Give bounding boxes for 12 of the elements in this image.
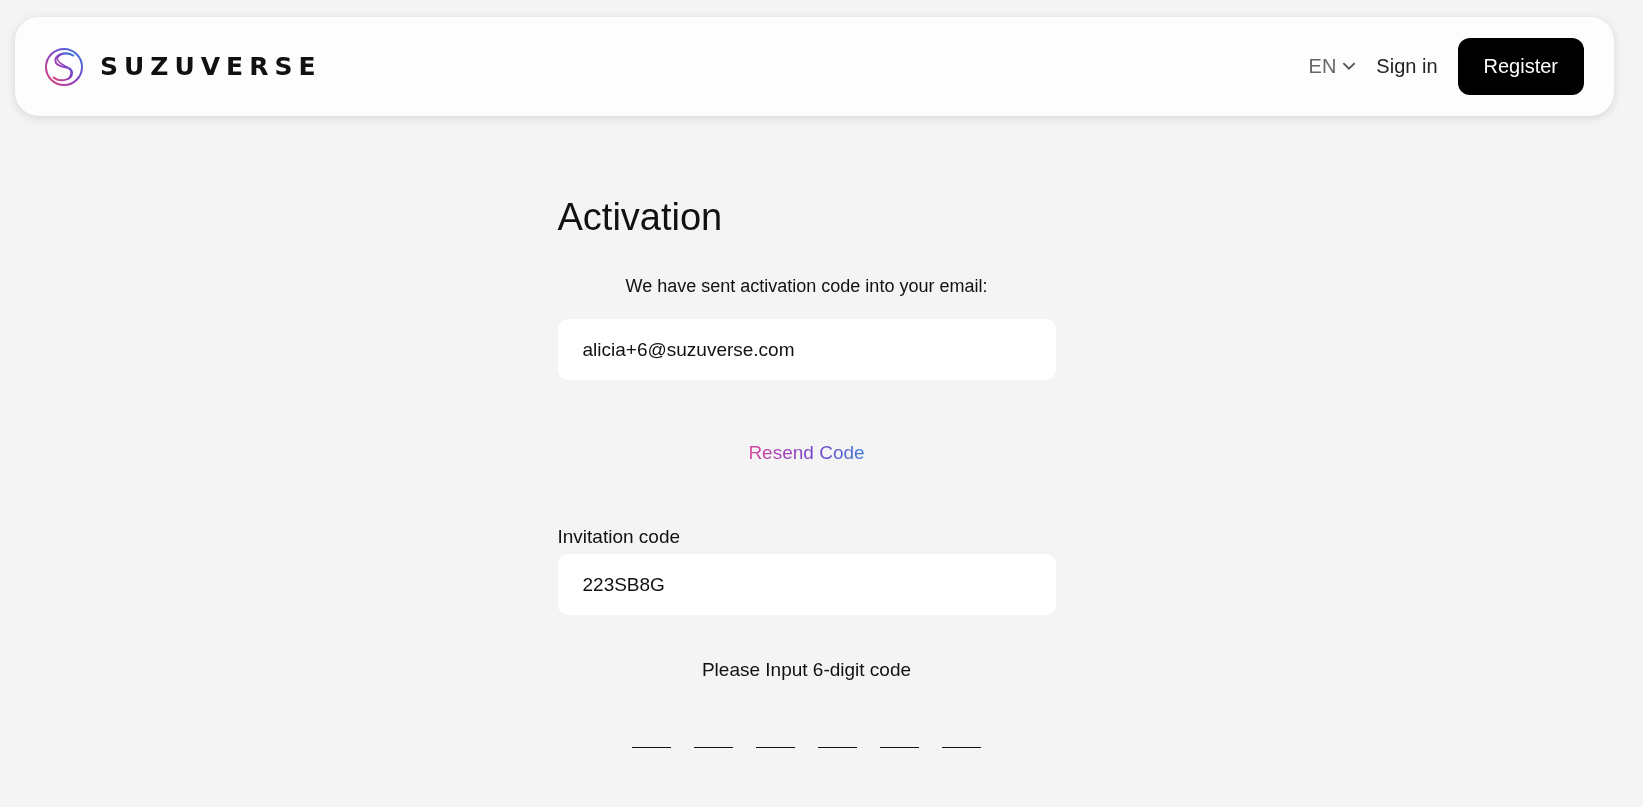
language-selector[interactable]: EN — [1308, 55, 1357, 78]
register-button[interactable]: Register — [1457, 38, 1584, 95]
invitation-code-field[interactable]: 223SB8G — [557, 554, 1056, 615]
info-message: We have sent activation code into your email: — [624, 276, 989, 297]
field-label: Invitation code — [557, 526, 682, 548]
logo-text: SUZUVERSE — [100, 52, 322, 81]
sign-in-link[interactable]: Sign in — [1376, 55, 1438, 78]
logo-icon — [44, 46, 84, 87]
email-field[interactable]: alicia+6@suzuverse.com — [557, 319, 1056, 380]
code-prompt: Please Input 6-digit code — [700, 659, 913, 681]
chevron-down-icon — [1342, 62, 1357, 71]
page-title: Activation — [557, 196, 724, 239]
